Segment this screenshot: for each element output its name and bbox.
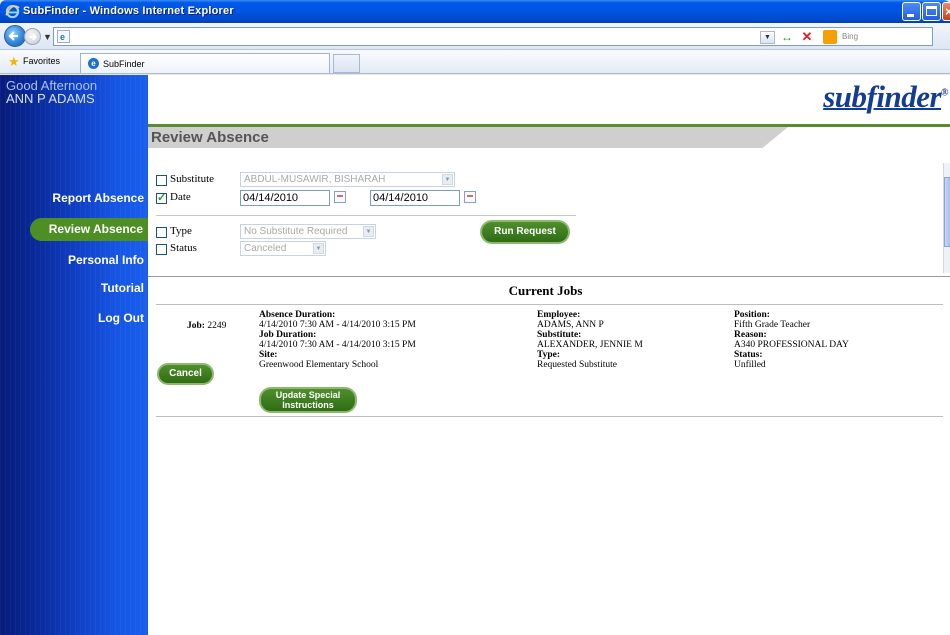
- type-select[interactable]: No Substitute Required ▼: [240, 224, 376, 239]
- type-select-value: No Substitute Required: [244, 226, 348, 237]
- maximize-icon: [926, 6, 937, 16]
- reason-value: A340 PROFESSIONAL DAY: [734, 340, 849, 350]
- forward-button[interactable]: [24, 28, 41, 45]
- chevron-down-icon: ▼: [313, 243, 324, 254]
- close-icon: ×: [945, 4, 950, 19]
- update-button-line2: Instructions: [282, 400, 334, 410]
- refresh-icon[interactable]: ↔: [779, 30, 795, 45]
- favorites-bar: ★ Favorites e SubFinder: [0, 50, 950, 74]
- absence-duration: 4/14/2010 7:30 AM - 4/14/2010 3:15 PM: [259, 320, 416, 330]
- update-button-line1: Update Special: [275, 390, 341, 400]
- tab-label: SubFinder: [103, 59, 145, 69]
- job-number: 2249: [207, 321, 227, 331]
- sidebar-item-log-out[interactable]: Log Out: [98, 311, 144, 325]
- search-input[interactable]: Bing: [840, 30, 948, 44]
- minimize-icon: [907, 14, 914, 17]
- current-jobs-title: Current Jobs: [508, 283, 583, 298]
- job-number-label: Job:: [187, 321, 205, 331]
- update-special-instructions-button[interactable]: Update Special Instructions: [259, 387, 357, 413]
- chevron-down-icon: ▼: [363, 226, 374, 237]
- ie-logo-icon: [5, 4, 20, 19]
- browser-window: SubFinder - Windows Internet Explorer × …: [0, 0, 950, 635]
- address-dropdown-icon[interactable]: ▼: [760, 31, 775, 44]
- status-label: Status:: [734, 350, 763, 360]
- employee-label: Employee:: [537, 310, 581, 320]
- site-name: Greenwood Elementary School: [259, 360, 379, 370]
- address-bar[interactable]: e ▼ ↔ ✕ Bing ⚲: [53, 27, 933, 46]
- status-select[interactable]: Canceled ▼: [240, 241, 326, 256]
- substitute-label: Substitute:: [537, 330, 582, 340]
- status-select-value: Canceled: [244, 243, 287, 254]
- sidebar-item-tutorial[interactable]: Tutorial: [101, 281, 144, 295]
- window-title: SubFinder - Windows Internet Explorer: [23, 5, 234, 17]
- calendar-icon[interactable]: [464, 191, 476, 203]
- favorites-star-icon[interactable]: ★: [8, 54, 20, 70]
- maximize-button[interactable]: [922, 2, 941, 21]
- type-label: Type: [170, 225, 192, 237]
- date-checkbox[interactable]: [156, 191, 167, 204]
- substitute-select[interactable]: ABDUL-MUSAWIR, BISHARAH ▼: [240, 172, 455, 187]
- site-label: Site:: [259, 350, 278, 360]
- reason-label: Reason:: [734, 330, 767, 340]
- status-checkbox[interactable]: [156, 244, 167, 255]
- close-window-button[interactable]: ×: [942, 2, 950, 21]
- filter-divider: [156, 215, 576, 216]
- sidebar: Good Afternoon ANN P ADAMS Report Absenc…: [0, 75, 148, 635]
- forward-arrow-icon: [29, 33, 38, 41]
- cancel-button[interactable]: Cancel: [157, 363, 214, 385]
- favorites-button[interactable]: Favorites: [23, 56, 60, 66]
- logo-sub: sub: [823, 79, 867, 114]
- substitute-checkbox[interactable]: [156, 175, 167, 186]
- header: subfinder®: [148, 75, 950, 125]
- user-name: ANN P ADAMS: [6, 91, 95, 106]
- date-to-input[interactable]: 04/14/2010: [370, 190, 460, 206]
- chevron-down-icon: ▼: [442, 174, 453, 185]
- substitute-name: ALEXANDER, JENNIE M: [537, 340, 643, 350]
- sidebar-item-review-absence[interactable]: Review Absence: [30, 218, 148, 241]
- job-row-divider: [156, 416, 943, 417]
- bing-logo-icon: [823, 30, 837, 44]
- type-label: Type:: [537, 350, 561, 360]
- date-label: Date: [170, 191, 191, 203]
- date-from-input[interactable]: 04/14/2010: [240, 190, 330, 206]
- stop-icon[interactable]: ✕: [799, 30, 815, 45]
- position-label: Position:: [734, 310, 770, 320]
- type-checkbox[interactable]: [156, 227, 167, 238]
- page-content: Good Afternoon ANN P ADAMS Report Absenc…: [0, 75, 950, 635]
- job-duration-label: Job Duration:: [259, 330, 317, 340]
- substitute-select-value: ABDUL-MUSAWIR, BISHARAH: [244, 174, 386, 185]
- status-value: Unfilled: [734, 360, 766, 370]
- substitute-label: Substitute: [170, 173, 215, 185]
- page-icon: e: [57, 30, 70, 43]
- header-divider: [148, 124, 950, 127]
- position-value: Fifth Grade Teacher: [734, 320, 811, 330]
- absence-duration-label: Absence Duration:: [259, 310, 336, 320]
- window-titlebar: SubFinder - Windows Internet Explorer ×: [0, 0, 950, 23]
- sidebar-item-personal-info[interactable]: Personal Info: [68, 253, 144, 267]
- employee-name: ADAMS, ANN P: [537, 320, 604, 330]
- form-scrollbar[interactable]: [943, 163, 950, 273]
- tab-subfinder[interactable]: e SubFinder: [80, 53, 330, 73]
- job-duration: 4/14/2010 7:30 AM - 4/14/2010 3:15 PM: [259, 340, 416, 350]
- calendar-icon[interactable]: [334, 191, 346, 203]
- back-arrow-icon: [8, 31, 18, 41]
- status-label: Status: [170, 242, 197, 254]
- page-title: Review Absence: [151, 129, 269, 146]
- recent-pages-dropdown[interactable]: ▼: [43, 32, 52, 42]
- sidebar-item-report-absence[interactable]: Report Absence: [52, 191, 144, 205]
- section-header: Review Absence: [148, 127, 788, 148]
- scrollbar-thumb[interactable]: [944, 177, 950, 247]
- logo-registered: ®: [941, 87, 948, 99]
- subfinder-logo: subfinder®: [823, 79, 948, 115]
- logo-finder: finder: [866, 79, 942, 114]
- navigation-bar: ▼ e ▼ ↔ ✕ Bing ⚲: [0, 23, 950, 50]
- ie-tab-icon: e: [88, 58, 99, 69]
- section-divider: [148, 276, 950, 277]
- minimize-button[interactable]: [902, 2, 921, 21]
- new-tab-button[interactable]: [333, 54, 360, 73]
- jobs-header-divider: [156, 304, 943, 305]
- type-value: Requested Substitute: [537, 360, 617, 370]
- back-button[interactable]: [4, 25, 26, 47]
- run-request-button[interactable]: Run Request: [480, 220, 570, 244]
